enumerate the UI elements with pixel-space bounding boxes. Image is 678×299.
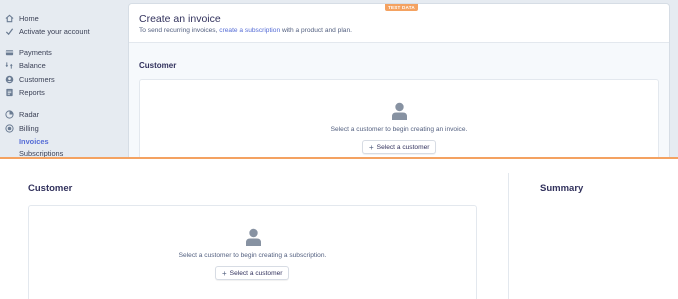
sidebar-item-label: Home	[19, 13, 39, 23]
sidebar-item-reports[interactable]: Reports	[5, 86, 45, 98]
customer-card: Select a customer to begin creating an i…	[139, 79, 659, 158]
home-icon	[5, 14, 14, 23]
plus-icon: +	[222, 268, 227, 278]
sidebar-item-label: Balance	[19, 60, 46, 70]
test-data-badge: TEST DATA	[385, 4, 418, 11]
sidebar-item-invoices[interactable]: Invoices	[19, 135, 49, 147]
page-subtitle: To send recurring invoices, create a sub…	[139, 27, 352, 34]
billing-icon	[5, 123, 14, 133]
section-title: Customer	[28, 183, 73, 194]
sidebar-item-activate-account[interactable]: Activate your account	[5, 25, 90, 37]
sidebar-item-balance[interactable]: Balance	[5, 59, 46, 71]
sidebar-item-radar[interactable]: Radar	[5, 108, 39, 120]
sidebar: Home Activate your account Payments Bala…	[0, 0, 128, 158]
balance-icon	[5, 61, 14, 70]
subtitle-text: with a product and plan.	[280, 27, 352, 34]
user-icon	[246, 228, 261, 246]
subtitle-text: To send recurring invoices,	[139, 27, 220, 34]
create-subscription-link[interactable]: create a subscription	[219, 27, 280, 34]
invoice-panel: Create an invoice To send recurring invo…	[129, 4, 669, 158]
subscription-screen: Customer Select a customer to begin crea…	[0, 159, 678, 299]
sidebar-item-customers[interactable]: Customers	[5, 73, 55, 85]
user-icon	[392, 102, 407, 120]
payments-icon	[5, 48, 14, 57]
sidebar-item-label: Customers	[19, 74, 55, 84]
sidebar-item-label: Payments	[19, 47, 52, 57]
button-label: Select a customer	[376, 143, 430, 151]
invoice-screen: Home Activate your account Payments Bala…	[0, 0, 678, 158]
divider	[508, 173, 509, 299]
select-customer-button[interactable]: + Select a customer	[362, 140, 437, 154]
customer-prompt: Select a customer to begin creating an i…	[330, 126, 468, 133]
customer-prompt: Select a customer to begin creating a su…	[178, 252, 327, 259]
sidebar-item-label: Billing	[19, 123, 39, 133]
customers-icon	[5, 75, 14, 84]
plus-icon: +	[369, 142, 374, 152]
select-customer-button[interactable]: + Select a customer	[215, 266, 290, 280]
customer-card: Select a customer to begin creating a su…	[28, 205, 477, 299]
sidebar-item-home[interactable]: Home	[5, 12, 39, 24]
radar-icon	[5, 109, 14, 119]
sidebar-item-label: Radar	[19, 109, 40, 119]
check-icon	[5, 27, 14, 36]
summary-title: Summary	[540, 183, 584, 194]
section-title: Customer	[139, 61, 177, 70]
sidebar-item-billing[interactable]: Billing	[5, 122, 39, 134]
sidebar-item-label: Reports	[19, 87, 45, 97]
page-title: Create an invoice	[139, 13, 221, 25]
button-label: Select a customer	[229, 269, 283, 277]
sidebar-item-label: Invoices	[19, 136, 49, 146]
sidebar-item-label: Activate your account	[19, 26, 90, 36]
reports-icon	[5, 88, 14, 97]
sidebar-item-payments[interactable]: Payments	[5, 46, 52, 58]
